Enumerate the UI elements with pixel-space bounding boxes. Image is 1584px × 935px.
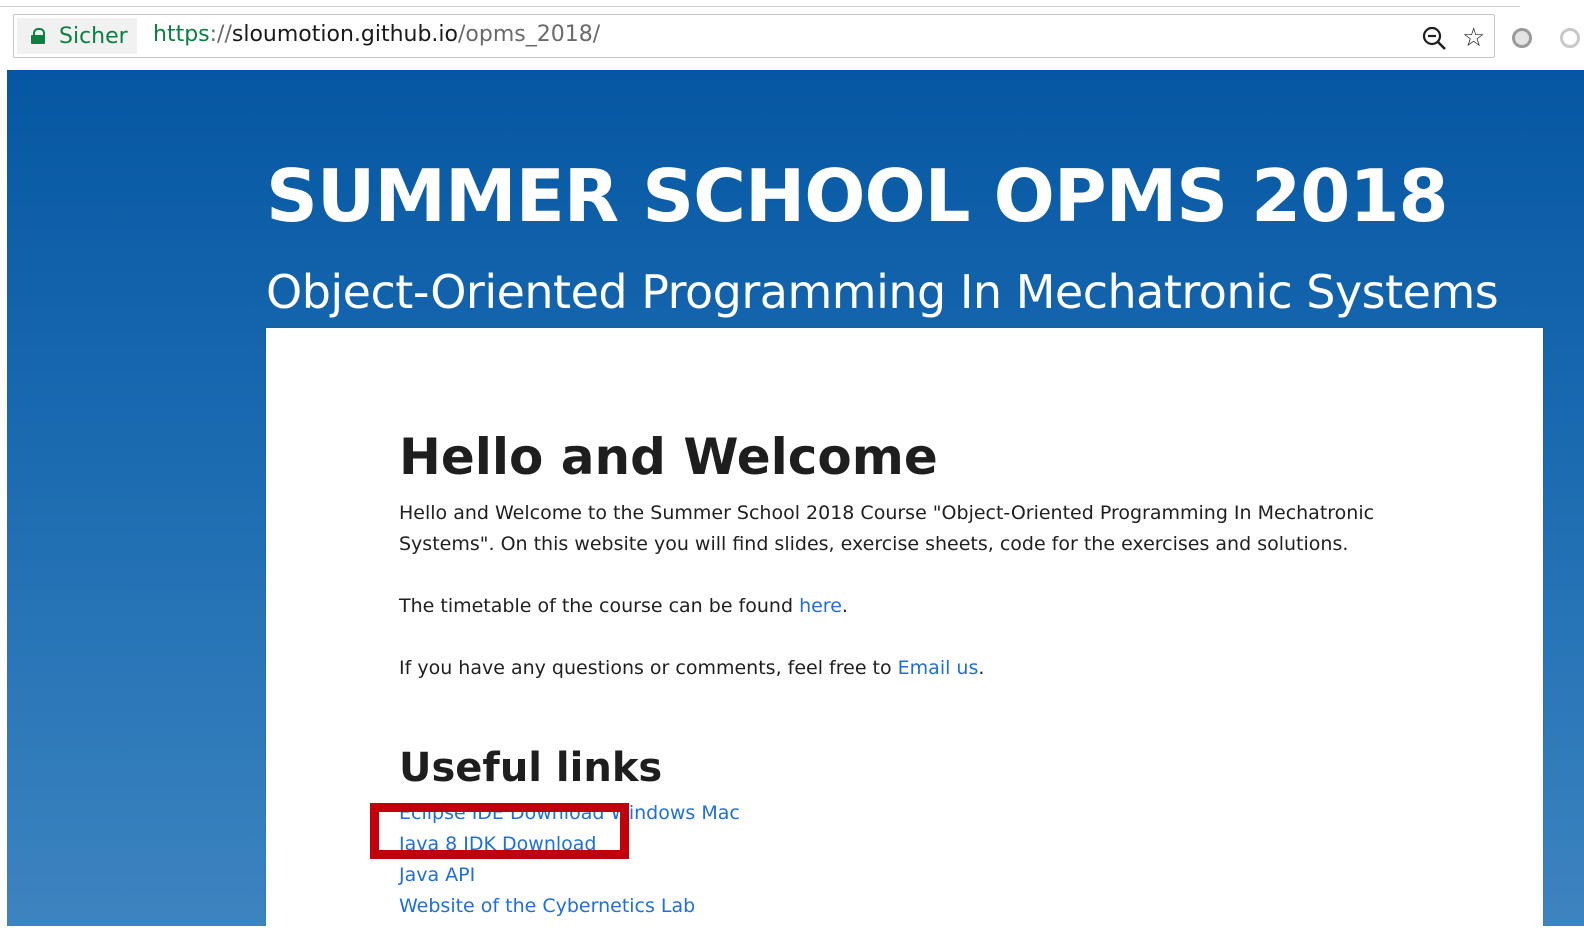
contact-paragraph: If you have any questions or comments, f… xyxy=(399,653,1399,684)
java-jdk-download-link[interactable]: Java 8 JDK Download xyxy=(399,833,596,855)
zoom-icon[interactable] xyxy=(1421,25,1447,51)
useful-links-heading: Useful links xyxy=(399,745,663,791)
cybernetics-lab-link[interactable]: Website of the Cybernetics Lab xyxy=(399,895,695,917)
email-link[interactable]: Email us xyxy=(898,657,979,679)
timetable-suffix: . xyxy=(841,595,848,617)
tabstrip-divider xyxy=(0,6,1520,7)
welcome-heading: Hello and Welcome xyxy=(399,428,938,486)
eclipse-mac-link[interactable]: Mac xyxy=(701,802,739,824)
useful-links-list: Eclipse IDE Download Windows Mac Java 8 … xyxy=(399,798,1399,922)
url-scheme: https xyxy=(153,22,210,47)
main-content: Hello and Welcome Hello and Welcome to t… xyxy=(399,422,1399,922)
address-bar[interactable]: Sicher https://sloumotion.github.io/opms… xyxy=(13,14,1495,58)
site-title: SUMMER SCHOOL OPMS 2018 xyxy=(266,154,1449,238)
list-item: Java API xyxy=(399,860,1399,891)
url-host: sloumotion.github.io xyxy=(231,22,458,47)
eclipse-download-link[interactable]: Eclipse IDE Download xyxy=(399,802,604,824)
extension-icon[interactable] xyxy=(1560,28,1580,48)
timetable-text: The timetable of the course can be found xyxy=(399,595,800,617)
contact-text: If you have any questions or comments, f… xyxy=(399,657,898,679)
content-card: Hello and Welcome Hello and Welcome to t… xyxy=(266,328,1543,926)
list-item: Eclipse IDE Download Windows Mac xyxy=(399,798,1399,829)
timetable-link[interactable]: here xyxy=(799,595,842,617)
list-item: Java 8 JDK Download xyxy=(399,829,1399,860)
timetable-paragraph: The timetable of the course can be found… xyxy=(399,591,1399,622)
bookmark-star-icon[interactable]: ☆ xyxy=(1462,24,1485,50)
eclipse-windows-link[interactable]: Windows xyxy=(610,802,695,824)
url-text[interactable]: https://sloumotion.github.io/opms_2018/ xyxy=(153,22,600,47)
site-security-chip[interactable]: Sicher xyxy=(17,18,137,54)
url-separator: :// xyxy=(209,22,232,47)
extension-icon[interactable] xyxy=(1512,28,1532,48)
intro-paragraph: Hello and Welcome to the Summer School 2… xyxy=(399,502,1375,555)
lock-icon xyxy=(31,28,45,44)
list-item: Website of the Cybernetics Lab xyxy=(399,891,1399,922)
url-path: /opms_2018/ xyxy=(458,22,601,47)
page-viewport: SUMMER SCHOOL OPMS 2018 Object-Oriented … xyxy=(7,70,1584,926)
site-subtitle: Object-Oriented Programming In Mechatron… xyxy=(266,265,1499,319)
contact-suffix: . xyxy=(978,657,985,679)
secure-label: Sicher xyxy=(59,23,128,49)
browser-toolbar: Sicher https://sloumotion.github.io/opms… xyxy=(0,0,1584,70)
java-api-link[interactable]: Java API xyxy=(399,864,475,886)
